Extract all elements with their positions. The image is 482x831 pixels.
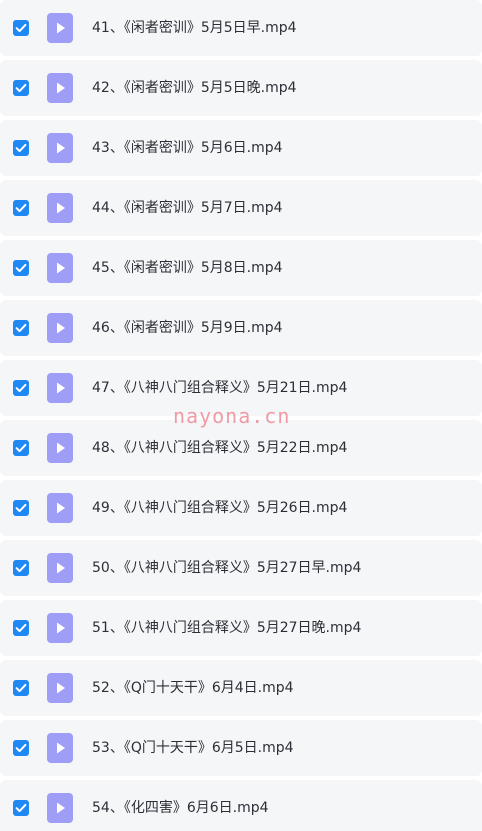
checked-checkbox-icon[interactable] <box>13 800 29 816</box>
file-row[interactable]: 46、《闲者密训》5月9日.mp4 <box>0 300 482 356</box>
file-name[interactable]: 54、《化四害》6月6日.mp4 <box>92 799 269 817</box>
file-row[interactable]: 51、《八神八门组合释义》5月27日晚.mp4 <box>0 600 482 656</box>
checked-checkbox-icon[interactable] <box>13 380 29 396</box>
checked-checkbox-icon[interactable] <box>13 260 29 276</box>
file-name[interactable]: 52、《Q门十天干》6月4日.mp4 <box>92 679 294 697</box>
checked-checkbox-icon[interactable] <box>13 740 29 756</box>
file-list: 41、《闲者密训》5月5日早.mp4 42、《闲者密训》5月5日晚.mp4 43… <box>0 0 482 831</box>
video-file-icon <box>47 433 73 463</box>
file-row[interactable]: 50、《八神八门组合释义》5月27日早.mp4 <box>0 540 482 596</box>
checked-checkbox-icon[interactable] <box>13 500 29 516</box>
file-row[interactable]: 52、《Q门十天干》6月4日.mp4 <box>0 660 482 716</box>
checked-checkbox-icon[interactable] <box>13 20 29 36</box>
file-name[interactable]: 50、《八神八门组合释义》5月27日早.mp4 <box>92 559 361 577</box>
file-name[interactable]: 49、《八神八门组合释义》5月26日.mp4 <box>92 499 347 517</box>
file-name[interactable]: 42、《闲者密训》5月5日晚.mp4 <box>92 79 297 97</box>
video-file-icon <box>47 733 73 763</box>
video-file-icon <box>47 133 73 163</box>
checked-checkbox-icon[interactable] <box>13 440 29 456</box>
checked-checkbox-icon[interactable] <box>13 560 29 576</box>
file-name[interactable]: 41、《闲者密训》5月5日早.mp4 <box>92 19 297 37</box>
checked-checkbox-icon[interactable] <box>13 620 29 636</box>
video-file-icon <box>47 253 73 283</box>
checked-checkbox-icon[interactable] <box>13 80 29 96</box>
file-name[interactable]: 44、《闲者密训》5月7日.mp4 <box>92 199 283 217</box>
video-file-icon <box>47 493 73 523</box>
file-name[interactable]: 48、《八神八门组合释义》5月22日.mp4 <box>92 439 347 457</box>
file-name[interactable]: 53、《Q门十天干》6月5日.mp4 <box>92 739 294 757</box>
file-row[interactable]: 53、《Q门十天干》6月5日.mp4 <box>0 720 482 776</box>
file-row[interactable]: 54、《化四害》6月6日.mp4 <box>0 780 482 831</box>
video-file-icon <box>47 673 73 703</box>
video-file-icon <box>47 613 73 643</box>
file-name[interactable]: 51、《八神八门组合释义》5月27日晚.mp4 <box>92 619 361 637</box>
checked-checkbox-icon[interactable] <box>13 680 29 696</box>
file-row[interactable]: 41、《闲者密训》5月5日早.mp4 <box>0 0 482 56</box>
file-row[interactable]: 43、《闲者密训》5月6日.mp4 <box>0 120 482 176</box>
file-row[interactable]: 49、《八神八门组合释义》5月26日.mp4 <box>0 480 482 536</box>
file-name[interactable]: 43、《闲者密训》5月6日.mp4 <box>92 139 283 157</box>
video-file-icon <box>47 793 73 823</box>
file-row[interactable]: 44、《闲者密训》5月7日.mp4 <box>0 180 482 236</box>
checked-checkbox-icon[interactable] <box>13 200 29 216</box>
file-row[interactable]: 48、《八神八门组合释义》5月22日.mp4 <box>0 420 482 476</box>
video-file-icon <box>47 13 73 43</box>
file-row[interactable]: 42、《闲者密训》5月5日晚.mp4 <box>0 60 482 116</box>
file-name[interactable]: 45、《闲者密训》5月8日.mp4 <box>92 259 283 277</box>
video-file-icon <box>47 373 73 403</box>
file-name[interactable]: 47、《八神八门组合释义》5月21日.mp4 <box>92 379 347 397</box>
video-file-icon <box>47 313 73 343</box>
file-name[interactable]: 46、《闲者密训》5月9日.mp4 <box>92 319 283 337</box>
video-file-icon <box>47 73 73 103</box>
file-row[interactable]: 45、《闲者密训》5月8日.mp4 <box>0 240 482 296</box>
video-file-icon <box>47 193 73 223</box>
checked-checkbox-icon[interactable] <box>13 320 29 336</box>
checked-checkbox-icon[interactable] <box>13 140 29 156</box>
video-file-icon <box>47 553 73 583</box>
watermark: nayona.cn <box>173 404 291 428</box>
